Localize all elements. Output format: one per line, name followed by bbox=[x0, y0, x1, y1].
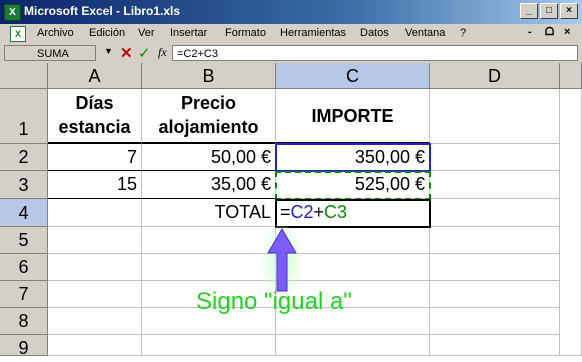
window-controls: _ □ × bbox=[520, 3, 578, 19]
header-alojamiento: alojamiento bbox=[158, 117, 259, 137]
header-precio: Precio bbox=[180, 93, 237, 113]
maximize-button[interactable]: □ bbox=[540, 3, 558, 19]
cell-d3[interactable] bbox=[430, 171, 560, 199]
cell-d5[interactable] bbox=[430, 227, 560, 254]
ref-highlight-c3 bbox=[275, 171, 431, 200]
equals-sign-annotation: Signo "igual a" bbox=[196, 288, 352, 315]
cell-d8[interactable] bbox=[430, 308, 560, 335]
row-header-5[interactable]: 5 bbox=[0, 227, 48, 254]
cell-b5[interactable] bbox=[142, 227, 276, 254]
name-box[interactable]: SUMA bbox=[4, 45, 96, 61]
menu-formato[interactable]: Formato bbox=[225, 27, 266, 39]
column-header-c[interactable]: C bbox=[276, 63, 430, 89]
cancel-icon[interactable]: ✕ bbox=[120, 44, 133, 62]
cell-a9[interactable] bbox=[48, 335, 142, 356]
cell-d6[interactable] bbox=[430, 254, 560, 281]
doc-close-button[interactable]: × bbox=[564, 26, 570, 38]
menu-bar: X Archivo Edición Ver Insertar Formato H… bbox=[0, 24, 582, 45]
function-icon[interactable]: fx bbox=[158, 45, 167, 60]
cell-a7[interactable] bbox=[48, 281, 142, 308]
column-header-a[interactable]: A bbox=[48, 63, 142, 89]
column-header-d[interactable]: D bbox=[430, 63, 560, 89]
menu-herramientas[interactable]: Herramientas bbox=[280, 27, 346, 39]
row-header-3[interactable]: 3 bbox=[0, 171, 48, 199]
doc-restore-button[interactable]: ᗝ bbox=[545, 26, 554, 39]
column-header-b[interactable]: B bbox=[142, 63, 276, 89]
excel-app-icon[interactable]: X bbox=[4, 4, 21, 21]
cell-b2[interactable]: 50,00 € bbox=[142, 144, 276, 171]
window-title: Microsoft Excel - Libro1.xls bbox=[24, 4, 181, 18]
select-all-corner[interactable] bbox=[0, 63, 48, 89]
cell-d1[interactable] bbox=[430, 89, 560, 144]
column-e-partial[interactable] bbox=[560, 89, 582, 356]
cell-a8[interactable] bbox=[48, 308, 142, 335]
up-arrow-icon bbox=[262, 225, 302, 297]
cell-b3[interactable]: 35,00 € bbox=[142, 171, 276, 199]
workbook-icon[interactable]: X bbox=[10, 26, 26, 42]
row-header-8[interactable]: 8 bbox=[0, 308, 48, 335]
cell-a6[interactable] bbox=[48, 254, 142, 281]
row-header-9[interactable]: 9 bbox=[0, 335, 48, 358]
menu-datos[interactable]: Datos bbox=[360, 27, 389, 39]
cell-a1[interactable]: Días estancia bbox=[48, 89, 142, 144]
cell-d2[interactable] bbox=[430, 144, 560, 171]
row-header-2[interactable]: 2 bbox=[0, 144, 48, 171]
row-header-7[interactable]: 7 bbox=[0, 281, 48, 308]
header-estancia: estancia bbox=[58, 117, 131, 137]
cell-a5[interactable] bbox=[48, 227, 142, 254]
cell-d4[interactable] bbox=[430, 199, 560, 227]
menu-archivo[interactable]: Archivo bbox=[37, 27, 74, 39]
row-header-4[interactable]: 4 bbox=[0, 199, 48, 227]
close-button[interactable]: × bbox=[560, 3, 578, 19]
enter-check-icon[interactable]: ✓ bbox=[138, 44, 151, 62]
cell-c1[interactable]: IMPORTE bbox=[276, 89, 430, 144]
cell-a3[interactable]: 15 bbox=[48, 171, 142, 199]
cell-a2[interactable]: 7 bbox=[48, 144, 142, 171]
chevron-down-icon[interactable]: ▼ bbox=[104, 46, 113, 56]
cell-d9[interactable] bbox=[430, 335, 560, 356]
cell-b4[interactable]: TOTAL bbox=[142, 199, 276, 227]
menu-help[interactable]: ? bbox=[460, 27, 466, 39]
cell-b1[interactable]: Precio alojamiento bbox=[142, 89, 276, 144]
formula-bar: SUMA ▼ ✕ ✓ fx =C2+C3 bbox=[0, 44, 582, 64]
menu-edicion[interactable]: Edición bbox=[89, 27, 125, 39]
formula-input[interactable]: =C2+C3 bbox=[172, 45, 578, 61]
cell-d7[interactable] bbox=[430, 281, 560, 308]
cell-c9[interactable] bbox=[276, 335, 430, 356]
cell-a4[interactable] bbox=[48, 199, 142, 227]
menu-insertar[interactable]: Insertar bbox=[170, 27, 207, 39]
doc-minimize-button[interactable]: - bbox=[528, 26, 532, 38]
header-importe: IMPORTE bbox=[311, 106, 394, 126]
cell-b6[interactable] bbox=[142, 254, 276, 281]
cell-b9[interactable] bbox=[142, 335, 276, 356]
ref-highlight-c2 bbox=[275, 143, 431, 172]
menu-ventana[interactable]: Ventana bbox=[405, 27, 445, 39]
minimize-button[interactable]: _ bbox=[520, 3, 538, 19]
row-header-1[interactable]: 1 bbox=[0, 89, 48, 144]
menu-ver[interactable]: Ver bbox=[138, 27, 155, 39]
header-dias: Días bbox=[75, 93, 114, 113]
column-header-e-partial[interactable] bbox=[560, 63, 582, 89]
row-header-6[interactable]: 6 bbox=[0, 254, 48, 281]
title-bar: X Microsoft Excel - Libro1.xls _ □ × bbox=[0, 0, 582, 24]
